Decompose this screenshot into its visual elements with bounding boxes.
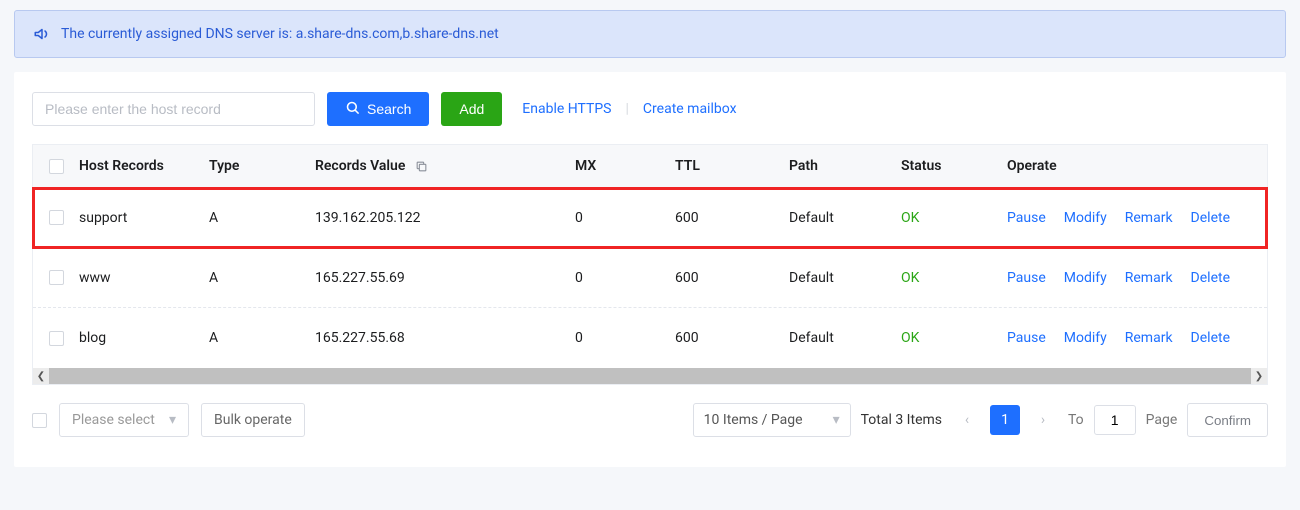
toolbar: Search Add Enable HTTPS | Create mailbox [32,92,1268,126]
remark-link[interactable]: Remark [1125,330,1173,346]
copy-column-icon[interactable] [415,160,428,173]
pause-link[interactable]: Pause [1007,270,1046,286]
scroll-right-arrow-icon[interactable]: ❯ [1251,368,1267,384]
add-button[interactable]: Add [441,92,502,126]
delete-link[interactable]: Delete [1191,210,1230,226]
cell-status: OK [901,270,1007,286]
pager-bar: Please select ▾ Bulk operate 10 Items / … [32,403,1268,437]
cell-ttl: 600 [675,330,789,346]
remark-link[interactable]: Remark [1125,270,1173,286]
cell-host: blog [79,330,209,346]
total-items-text: Total 3 Items [861,412,942,428]
toolbar-separator: | [626,101,629,117]
create-mailbox-link[interactable]: Create mailbox [643,101,737,117]
dns-notice-text: The currently assigned DNS server is: a.… [61,26,499,42]
search-input[interactable] [32,92,315,126]
cell-status: OK [901,330,1007,346]
prev-page-button[interactable]: ‹ [952,405,982,435]
bulk-select-label: Please select [72,412,155,428]
cell-type: A [209,270,315,286]
cell-path: Default [789,270,901,286]
page-number-current[interactable]: 1 [990,405,1020,435]
cell-value: 165.227.55.69 [315,270,575,286]
to-label: To [1068,412,1084,428]
row-checkbox[interactable] [49,331,64,346]
modify-link[interactable]: Modify [1064,270,1107,286]
table-header-row: Host Records Type Records Value MX TTL P… [33,144,1267,188]
cell-mx: 0 [575,210,675,226]
modify-link[interactable]: Modify [1064,210,1107,226]
select-all-checkbox[interactable] [49,159,64,174]
next-page-button[interactable]: › [1028,405,1058,435]
bulk-operate-button[interactable]: Bulk operate [201,403,305,437]
th-mx: MX [575,158,675,174]
cell-mx: 0 [575,330,675,346]
speaker-icon [33,25,51,43]
th-path: Path [789,158,901,174]
th-status: Status [901,158,1007,174]
enable-https-link[interactable]: Enable HTTPS [522,101,611,117]
th-value: Records Value [315,158,575,174]
cell-value: 139.162.205.122 [315,210,575,226]
chevron-down-icon: ▾ [833,412,840,428]
cell-path: Default [789,330,901,346]
delete-link[interactable]: Delete [1191,270,1230,286]
bulk-select-dropdown[interactable]: Please select ▾ [59,403,189,437]
table-row: supportA139.162.205.1220600DefaultOKPaus… [33,188,1267,248]
horizontal-scrollbar[interactable]: ❮ ❯ [33,368,1267,384]
cell-host: www [79,270,209,286]
cell-value: 165.227.55.68 [315,330,575,346]
cell-operate: Pause Modify Remark Delete [1007,210,1287,226]
cell-operate: Pause Modify Remark Delete [1007,330,1287,346]
search-button[interactable]: Search [327,92,429,126]
page-size-label: 10 Items / Page [704,412,803,428]
th-ttl: TTL [675,158,789,174]
th-host: Host Records [79,158,209,174]
page-label: Page [1146,412,1178,428]
records-table: Host Records Type Records Value MX TTL P… [32,144,1268,385]
cell-mx: 0 [575,270,675,286]
delete-link[interactable]: Delete [1191,330,1230,346]
table-row: wwwA165.227.55.690600DefaultOKPause Modif… [33,248,1267,308]
th-operate: Operate [1007,158,1287,174]
goto-confirm-button[interactable]: Confirm [1187,403,1268,437]
records-panel: Search Add Enable HTTPS | Create mailbox… [14,72,1286,467]
goto-page-input[interactable] [1094,405,1136,435]
chevron-down-icon: ▾ [169,412,176,428]
select-all-footer-checkbox[interactable] [32,413,47,428]
scroll-left-arrow-icon[interactable]: ❮ [33,368,49,384]
cell-operate: Pause Modify Remark Delete [1007,270,1287,286]
cell-host: support [79,210,209,226]
page-size-select[interactable]: 10 Items / Page ▾ [693,403,851,437]
add-button-label: Add [459,101,484,117]
remark-link[interactable]: Remark [1125,210,1173,226]
cell-type: A [209,210,315,226]
pause-link[interactable]: Pause [1007,210,1046,226]
search-icon [345,100,360,118]
cell-ttl: 600 [675,210,789,226]
row-checkbox[interactable] [49,270,64,285]
cell-ttl: 600 [675,270,789,286]
cell-status: OK [901,210,1007,226]
cell-path: Default [789,210,901,226]
dns-notice-bar: The currently assigned DNS server is: a.… [14,10,1286,58]
row-checkbox[interactable] [49,210,64,225]
search-button-label: Search [367,101,411,117]
cell-type: A [209,330,315,346]
table-row: blogA165.227.55.680600DefaultOKPause Modi… [33,308,1267,368]
modify-link[interactable]: Modify [1064,330,1107,346]
pause-link[interactable]: Pause [1007,330,1046,346]
th-type: Type [209,158,315,174]
